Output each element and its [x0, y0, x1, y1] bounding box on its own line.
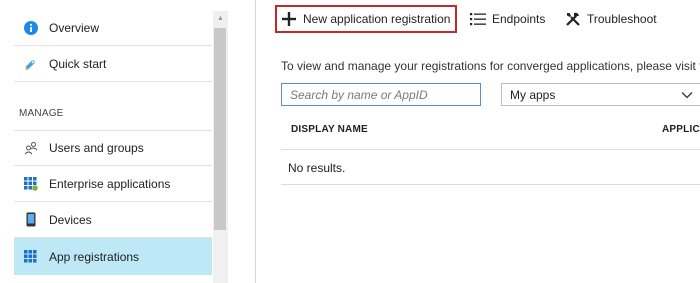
scroll-up-arrow-icon[interactable]: ▲ — [213, 11, 228, 26]
sidebar-item-label: Enterprise applications — [49, 176, 171, 191]
list-icon — [470, 12, 486, 26]
intro-text: To view and manage your registrations fo… — [281, 59, 700, 73]
sidebar-item-label: Overview — [49, 21, 100, 35]
sidebar-item-devices[interactable]: Devices — [14, 202, 212, 238]
quickstart-icon — [24, 57, 38, 71]
plus-icon — [281, 11, 297, 27]
sidebar-scrollbar-thumb[interactable] — [214, 28, 226, 230]
table-header-divider — [281, 149, 700, 150]
column-header-display-name[interactable]: DISPLAY NAME — [291, 124, 368, 135]
column-header-application[interactable]: APPLICA — [662, 124, 700, 135]
apps-filter-dropdown[interactable]: My apps — [501, 83, 700, 106]
empty-results-text: No results. — [288, 161, 346, 175]
sidebar-item-users-and-groups[interactable]: Users and groups — [14, 130, 212, 166]
endpoints-button[interactable]: Endpoints — [470, 5, 545, 33]
sidebar: Overview Quick start MANAGE Users and gr… — [0, 0, 228, 283]
chevron-down-icon — [680, 88, 694, 105]
new-application-registration-button[interactable]: New application registration — [275, 5, 457, 33]
device-icon — [24, 212, 38, 227]
troubleshoot-label: Troubleshoot — [587, 12, 657, 26]
table-row-divider — [281, 184, 700, 185]
wrench-screwdriver-icon — [565, 11, 581, 27]
toolbar: New application registration Endpoints T… — [256, 0, 700, 40]
sidebar-item-label: App registrations — [49, 249, 140, 264]
sidebar-item-label: Quick start — [49, 57, 107, 71]
search-input[interactable] — [281, 83, 481, 106]
new-application-registration-label: New application registration — [303, 12, 451, 26]
sidebar-item-quick-start[interactable]: Quick start — [14, 47, 212, 82]
endpoints-label: Endpoints — [492, 12, 546, 26]
section-header-manage: MANAGE — [19, 108, 64, 119]
sidebar-item-label: Users and groups — [49, 141, 144, 155]
enterprise-apps-icon — [24, 176, 38, 191]
panel-divider — [255, 0, 256, 283]
info-icon — [24, 21, 38, 35]
sidebar-item-overview[interactable]: Overview — [14, 11, 212, 46]
troubleshoot-button[interactable]: Troubleshoot — [565, 5, 657, 33]
users-icon — [24, 141, 38, 155]
sidebar-nav: Overview Quick start MANAGE Users and gr… — [14, 11, 212, 283]
sidebar-item-enterprise-applications[interactable]: Enterprise applications — [14, 166, 212, 202]
sidebar-item-app-registrations[interactable]: App registrations — [14, 238, 212, 275]
app-registrations-icon — [24, 249, 38, 264]
apps-filter-selected-value: My apps — [510, 87, 556, 102]
sidebar-item-label: Devices — [49, 212, 92, 227]
